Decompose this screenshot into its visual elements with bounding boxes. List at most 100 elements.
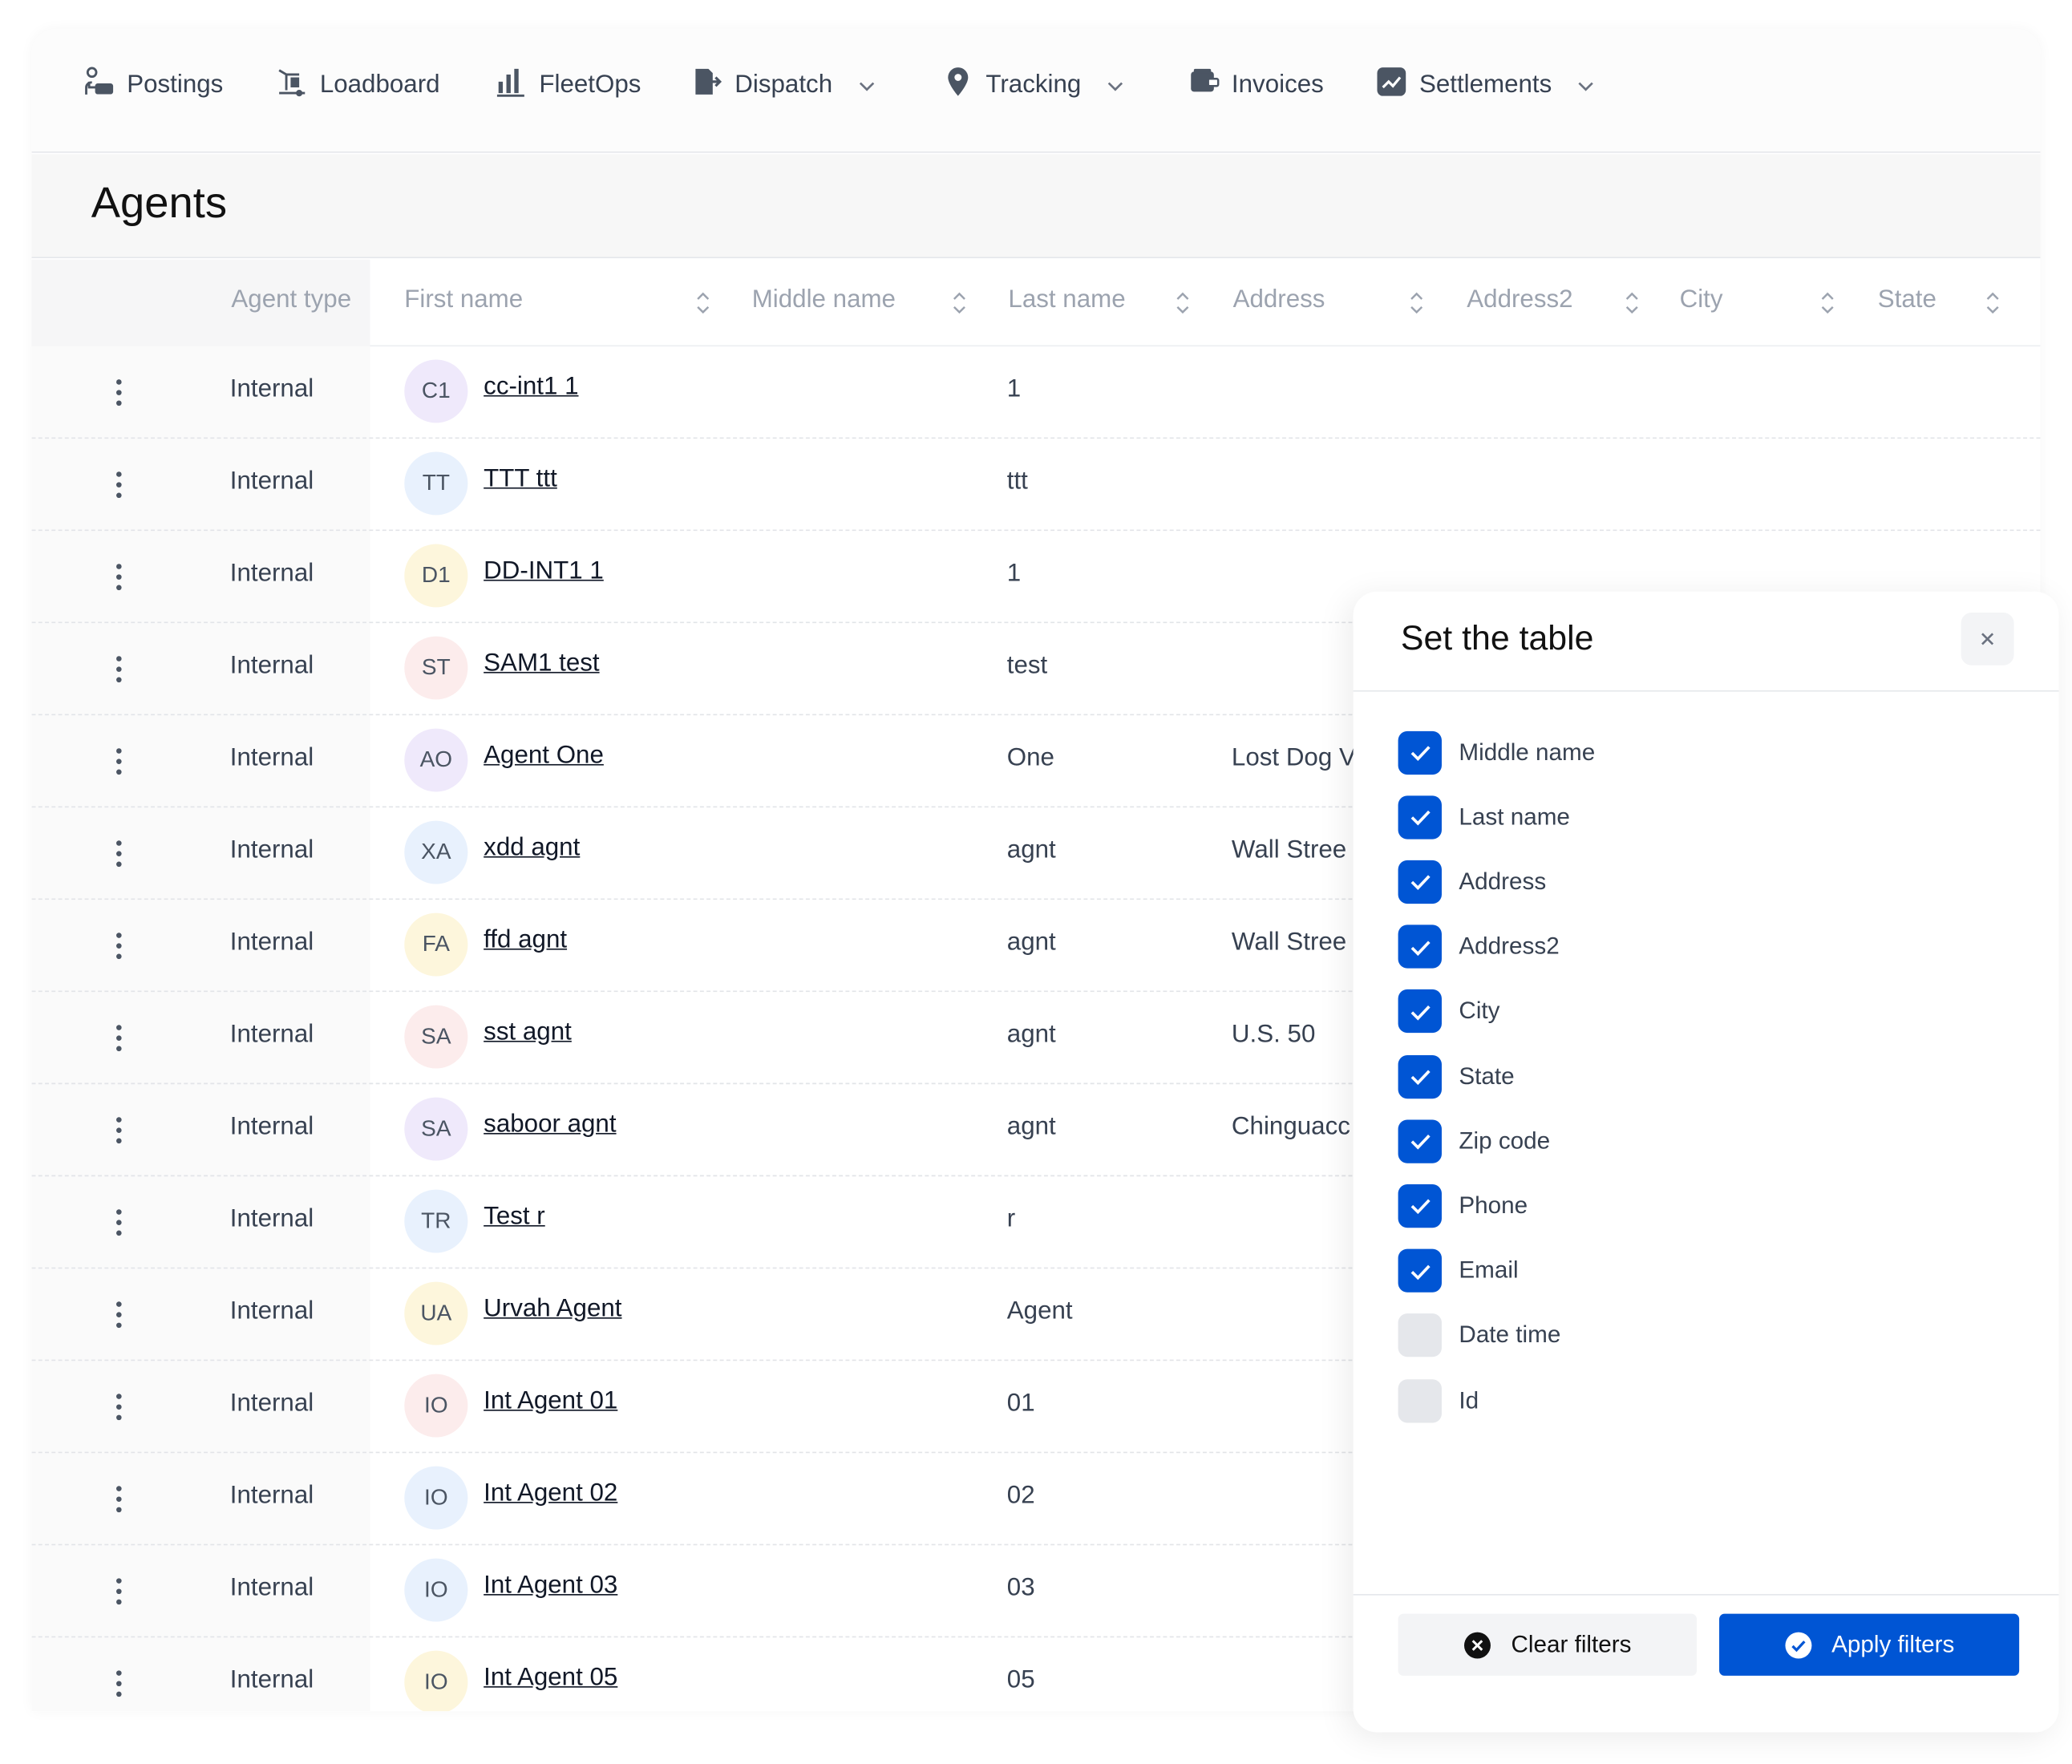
invoice-icon <box>1187 65 1221 107</box>
more-options-icon[interactable] <box>106 930 132 961</box>
checkbox[interactable] <box>1398 1119 1442 1163</box>
checkbox[interactable] <box>1398 1378 1442 1422</box>
sort-icon[interactable] <box>695 289 711 318</box>
agent-name-link[interactable]: sst agnt <box>484 1018 572 1047</box>
column-header-address2[interactable]: Address2 <box>1467 286 1572 315</box>
checkbox[interactable] <box>1398 1313 1442 1357</box>
agent-name-link[interactable]: Int Agent 01 <box>484 1387 617 1416</box>
option-label: State <box>1459 1062 1515 1089</box>
column-option[interactable]: Last name <box>1398 795 1570 840</box>
nav-item-label: FleetOps <box>539 71 641 99</box>
checkbox[interactable] <box>1398 989 1442 1034</box>
sort-icon[interactable] <box>1409 289 1425 318</box>
nav-item-label: Settlements <box>1418 71 1552 99</box>
nav-item-postings[interactable]: Postings <box>82 66 223 105</box>
more-options-icon[interactable] <box>106 1576 132 1607</box>
column-option[interactable]: Zip code <box>1398 1119 1551 1163</box>
agent-name-link[interactable]: TTT ttt <box>484 465 557 494</box>
agent-name-link[interactable]: xdd agnt <box>484 834 580 863</box>
column-header-agent-type[interactable]: Agent type <box>231 286 351 315</box>
avatar: UA <box>404 1281 468 1345</box>
agent-name-link[interactable]: DD-INT1 1 <box>484 557 604 586</box>
last-name-cell: r <box>1006 1205 1016 1233</box>
checkmark-icon <box>1410 875 1430 891</box>
nav-item-loadboard[interactable]: Loadboard <box>275 66 440 105</box>
checkbox[interactable] <box>1398 1183 1442 1228</box>
more-options-icon[interactable] <box>106 1022 132 1054</box>
column-option[interactable]: Date time <box>1398 1313 1561 1358</box>
agent-name-link[interactable]: Urvah Agent <box>484 1295 621 1324</box>
agent-name-link[interactable]: ffd agnt <box>484 926 567 955</box>
nav-item-settlements[interactable]: Settlements <box>1374 66 1596 105</box>
more-options-icon[interactable] <box>106 1483 132 1515</box>
sort-icon[interactable] <box>1175 289 1191 318</box>
more-options-icon[interactable] <box>106 838 132 869</box>
column-header-address[interactable]: Address <box>1233 286 1325 315</box>
nav-item-label: Dispatch <box>735 71 833 99</box>
nav-item-label: Loadboard <box>319 71 440 99</box>
column-option[interactable]: Address2 <box>1398 924 1560 969</box>
more-options-icon[interactable] <box>106 653 132 685</box>
postings-icon <box>82 65 116 107</box>
more-options-icon[interactable] <box>106 1207 132 1238</box>
column-option[interactable]: State <box>1398 1054 1515 1098</box>
more-options-icon[interactable] <box>106 1668 132 1699</box>
agent-name-link[interactable]: Int Agent 03 <box>484 1572 617 1600</box>
more-options-icon[interactable] <box>106 1115 132 1146</box>
close-icon <box>1981 633 1994 645</box>
agent-name-link[interactable]: Test r <box>484 1203 545 1232</box>
nav-item-fleetops[interactable]: FleetOps <box>494 66 641 105</box>
more-options-icon[interactable] <box>106 1299 132 1330</box>
column-option[interactable]: Address <box>1398 860 1546 904</box>
checkbox[interactable] <box>1398 1054 1442 1098</box>
checkbox[interactable] <box>1398 1248 1442 1293</box>
agent-name-link[interactable]: Agent One <box>484 742 604 771</box>
clear-filters-button[interactable]: Clear filters <box>1398 1613 1698 1676</box>
option-label: Date time <box>1459 1321 1561 1349</box>
checkbox[interactable] <box>1398 924 1442 969</box>
sort-icon[interactable] <box>952 289 968 318</box>
agent-type-cell: Internal <box>229 836 314 864</box>
sort-icon[interactable] <box>1985 289 2001 318</box>
sort-icon[interactable] <box>1819 289 1835 318</box>
more-options-icon[interactable] <box>106 1391 132 1422</box>
agent-name-link[interactable]: Int Agent 05 <box>484 1664 617 1693</box>
checkbox[interactable] <box>1398 795 1442 840</box>
avatar: TT <box>404 451 468 516</box>
column-header-last-name[interactable]: Last name <box>1008 286 1125 315</box>
more-options-icon[interactable] <box>106 746 132 777</box>
checkbox[interactable] <box>1398 730 1442 775</box>
nav-item-dispatch[interactable]: Dispatch <box>690 66 877 105</box>
column-header-middle-name[interactable]: Middle name <box>752 286 896 315</box>
option-label: Zip code <box>1459 1127 1551 1154</box>
nav-item-invoices[interactable]: Invoices <box>1187 66 1324 105</box>
column-option[interactable]: Middle name <box>1398 730 1596 775</box>
more-options-icon[interactable] <box>106 377 132 408</box>
agent-name-link[interactable]: SAM1 test <box>484 649 599 678</box>
close-button[interactable] <box>1961 612 2014 666</box>
page-header: Agents <box>31 154 2041 259</box>
more-options-icon[interactable] <box>106 561 132 593</box>
panel-title: Set the table <box>1400 617 1594 657</box>
clear-filters-label: Clear filters <box>1511 1631 1632 1657</box>
sort-icon[interactable] <box>1624 289 1640 318</box>
checkbox[interactable] <box>1398 860 1442 904</box>
avatar: AO <box>404 728 468 792</box>
agent-type-cell: Internal <box>229 1574 314 1602</box>
column-option[interactable]: City <box>1398 989 1499 1034</box>
apply-filters-button[interactable]: Apply filters <box>1719 1613 2020 1676</box>
chevron-down-icon <box>1107 82 1123 91</box>
agent-name-link[interactable]: saboor agnt <box>484 1111 616 1139</box>
more-options-icon[interactable] <box>106 469 132 500</box>
column-header-state[interactable]: State <box>1878 286 1936 315</box>
column-option[interactable]: Id <box>1398 1378 1479 1423</box>
nav-item-tracking[interactable]: Tracking <box>941 66 1126 105</box>
checkmark-icon <box>1410 1200 1430 1215</box>
column-header-city[interactable]: City <box>1680 286 1723 315</box>
agent-name-link[interactable]: cc-int1 1 <box>484 373 578 402</box>
option-label: Middle name <box>1459 738 1596 765</box>
column-option[interactable]: Phone <box>1398 1183 1528 1228</box>
column-header-first-name[interactable]: First name <box>404 286 523 315</box>
column-option[interactable]: Email <box>1398 1248 1519 1293</box>
agent-name-link[interactable]: Int Agent 02 <box>484 1479 617 1508</box>
